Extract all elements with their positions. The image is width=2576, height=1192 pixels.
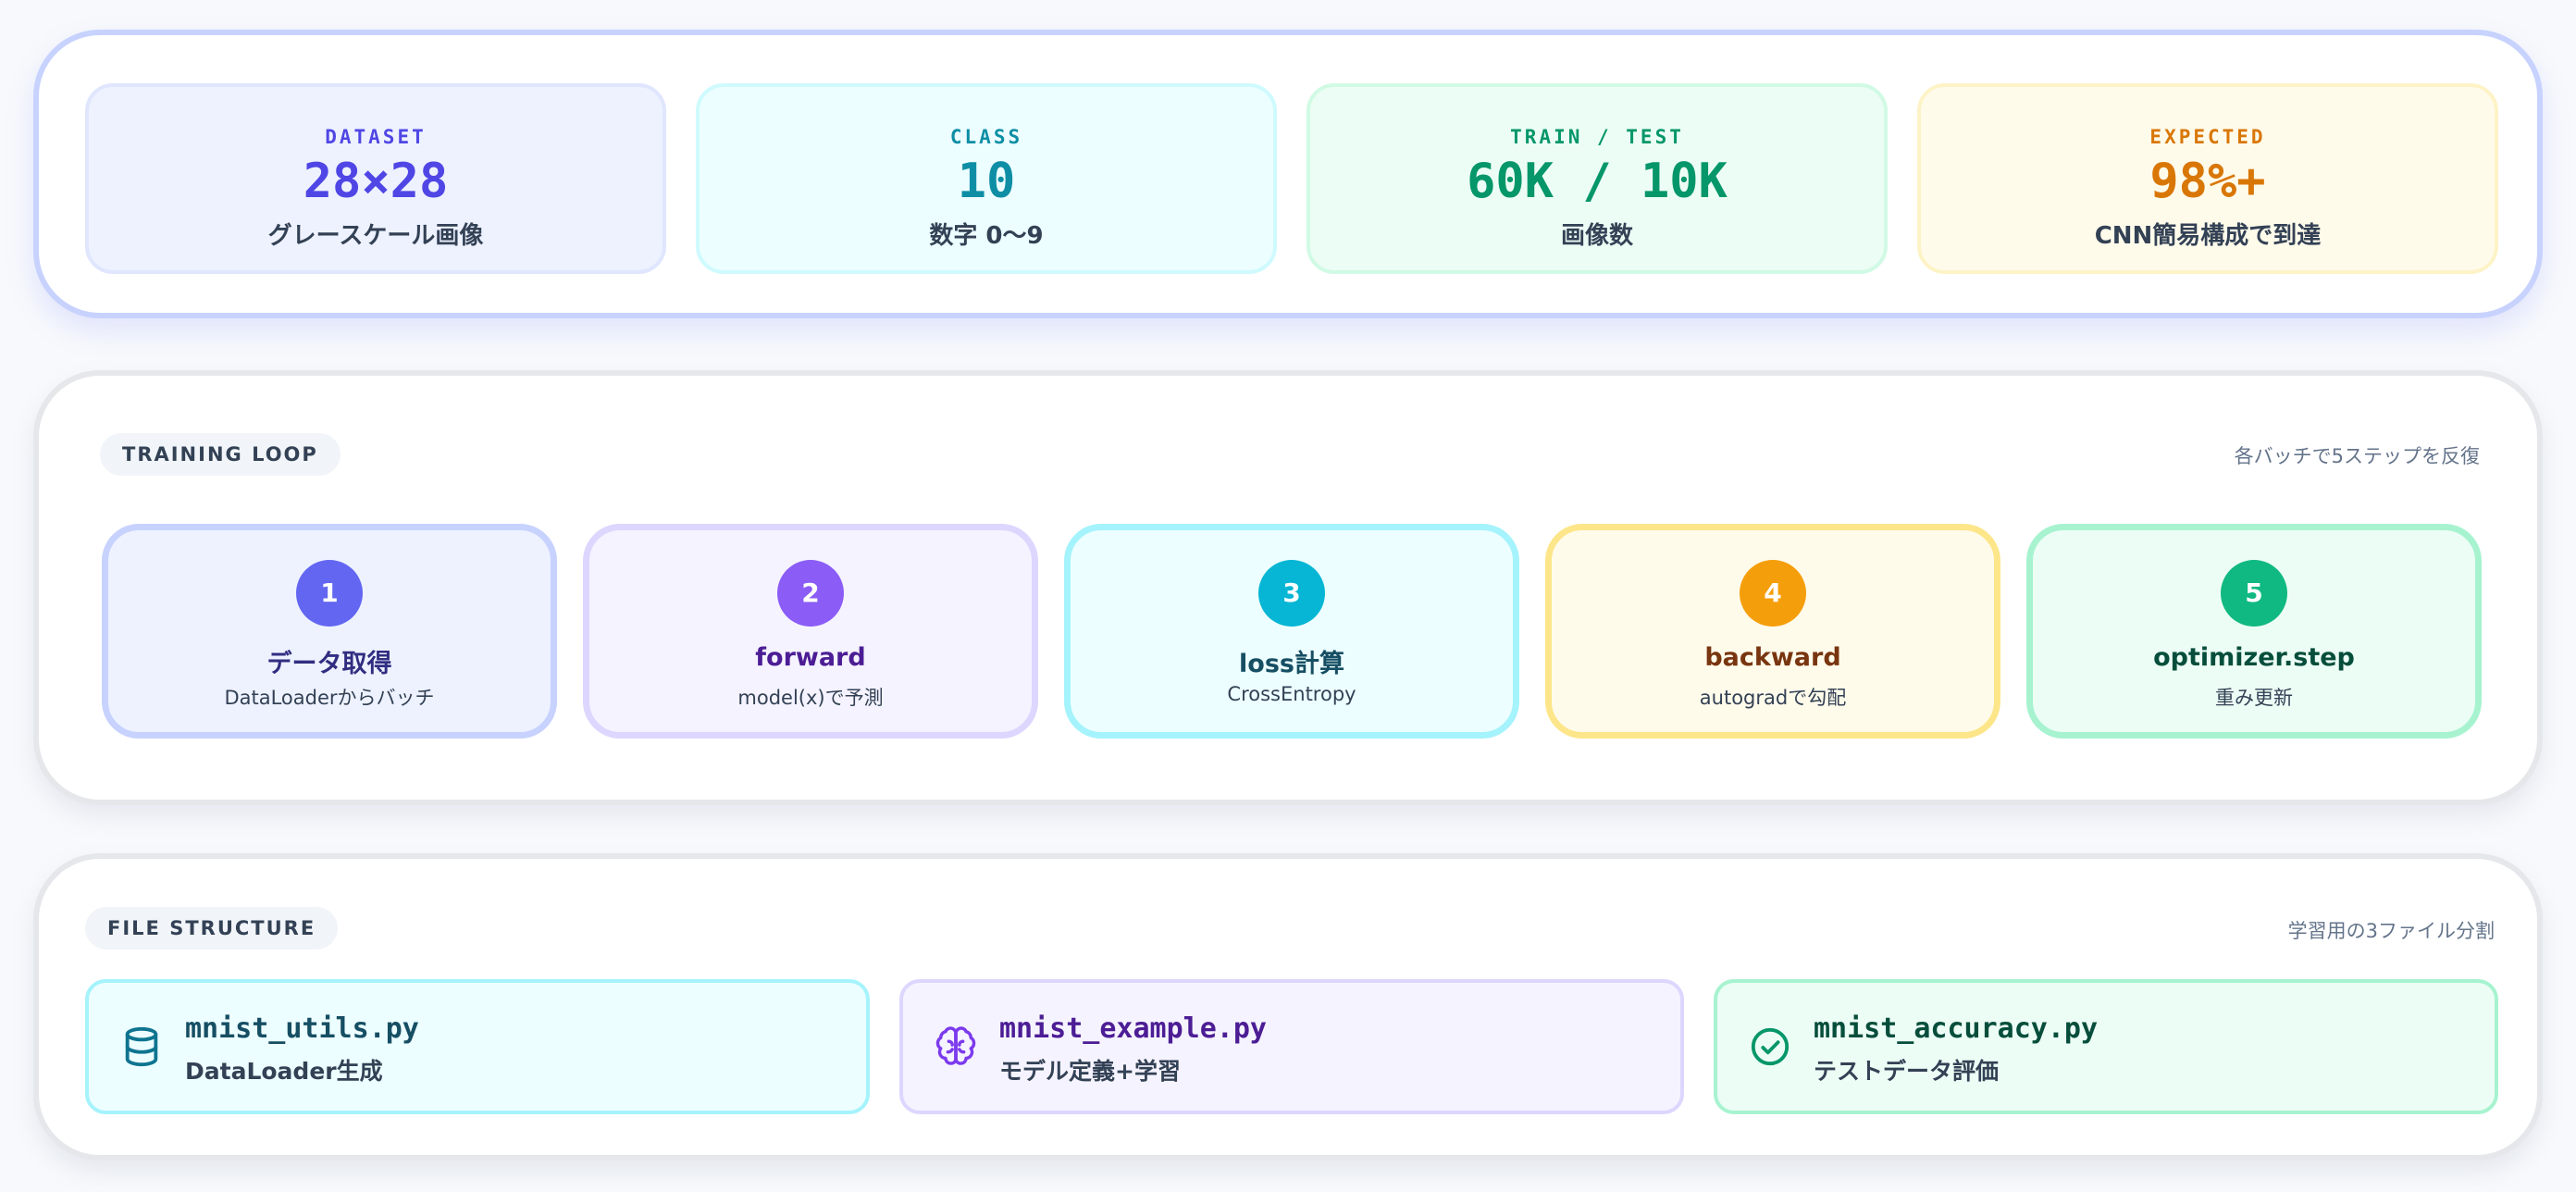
stat-subtext: CNN簡易構成で到達 (2094, 222, 2322, 250)
file-name: mnist_utils.py (185, 1012, 419, 1045)
file-name: mnist_accuracy.py (1814, 1012, 2099, 1045)
step-number-badge: 3 (1258, 560, 1325, 627)
section-note-training-loop: 各バッチで5ステップを反復 (2234, 445, 2480, 467)
stat-label: DATASET (325, 126, 427, 148)
step-description: DataLoaderからバッチ (224, 687, 435, 709)
step-title: loss計算 (1239, 650, 1344, 678)
step-number-badge: 5 (2221, 560, 2287, 627)
step-title: forward (755, 643, 866, 672)
check-circle-icon (1751, 1027, 1790, 1066)
section-title-training-loop: TRAINING LOOP (100, 433, 341, 476)
step-title: データ取得 (266, 650, 392, 678)
dataset-stats-panel: DATASET 28×28 グレースケール画像 CLASS 10 数字 0〜9 … (33, 30, 2543, 318)
step-number-badge: 1 (296, 560, 363, 627)
loop-step-loss: 3 loss計算 CrossEntropy (1064, 524, 1519, 739)
step-description: 重み更新 (2215, 687, 2293, 709)
file-description: DataLoader生成 (185, 1058, 383, 1085)
stat-card-train-test: TRAIN / TEST 60K / 10K 画像数 (1307, 83, 1888, 274)
loop-step-optimizer: 5 optimizer.step 重み更新 (2026, 524, 2482, 739)
stat-value: 28×28 (303, 154, 449, 209)
stat-value: 10 (957, 154, 1016, 209)
stat-card-expected: EXPECTED 98%+ CNN簡易構成で到達 (1917, 83, 2498, 274)
brain-icon (935, 1026, 976, 1065)
loop-step-backward: 4 backward autogradで勾配 (1545, 524, 2000, 739)
file-card-mnist-accuracy[interactable]: mnist_accuracy.py テストデータ評価 (1714, 979, 2498, 1114)
step-number-badge: 4 (1740, 560, 1806, 627)
stat-value: 98%+ (2149, 154, 2266, 209)
stat-subtext: グレースケール画像 (267, 222, 484, 250)
training-loop-panel: TRAINING LOOP 各バッチで5ステップを反復 1 データ取得 Data… (33, 370, 2543, 805)
step-description: model(x)で予測 (737, 687, 884, 709)
file-card-mnist-example[interactable]: mnist_example.py モデル定義+学習 (899, 979, 1684, 1114)
stat-card-class: CLASS 10 数字 0〜9 (696, 83, 1277, 274)
loop-step-forward: 2 forward model(x)で予測 (583, 524, 1038, 739)
step-number-badge: 2 (777, 560, 844, 627)
file-description: テストデータ評価 (1814, 1058, 2000, 1085)
step-title: optimizer.step (2153, 643, 2355, 672)
section-note-file-structure: 学習用の3ファイル分割 (2287, 920, 2495, 942)
step-description: autogradで勾配 (1699, 687, 1847, 709)
stat-subtext: 数字 0〜9 (929, 222, 1044, 250)
stat-label: EXPECTED (2149, 126, 2266, 148)
loop-step-data: 1 データ取得 DataLoaderからバッチ (102, 524, 557, 739)
step-title: backward (1704, 643, 1841, 672)
file-structure-panel: FILE STRUCTURE 学習用の3ファイル分割 mnist_utils.p… (33, 853, 2543, 1161)
section-title-file-structure: FILE STRUCTURE (85, 907, 339, 950)
file-name: mnist_example.py (999, 1012, 1267, 1045)
stat-label: CLASS (949, 126, 1023, 148)
stat-subtext: 画像数 (1560, 222, 1633, 250)
file-card-mnist-utils[interactable]: mnist_utils.py DataLoader生成 (85, 979, 870, 1114)
database-icon (125, 1026, 158, 1067)
stat-card-dataset: DATASET 28×28 グレースケール画像 (85, 83, 666, 274)
stat-label: TRAIN / TEST (1510, 126, 1684, 148)
step-description: CrossEntropy (1227, 683, 1356, 705)
stat-value: 60K / 10K (1467, 154, 1728, 209)
file-description: モデル定義+学習 (999, 1058, 1181, 1085)
